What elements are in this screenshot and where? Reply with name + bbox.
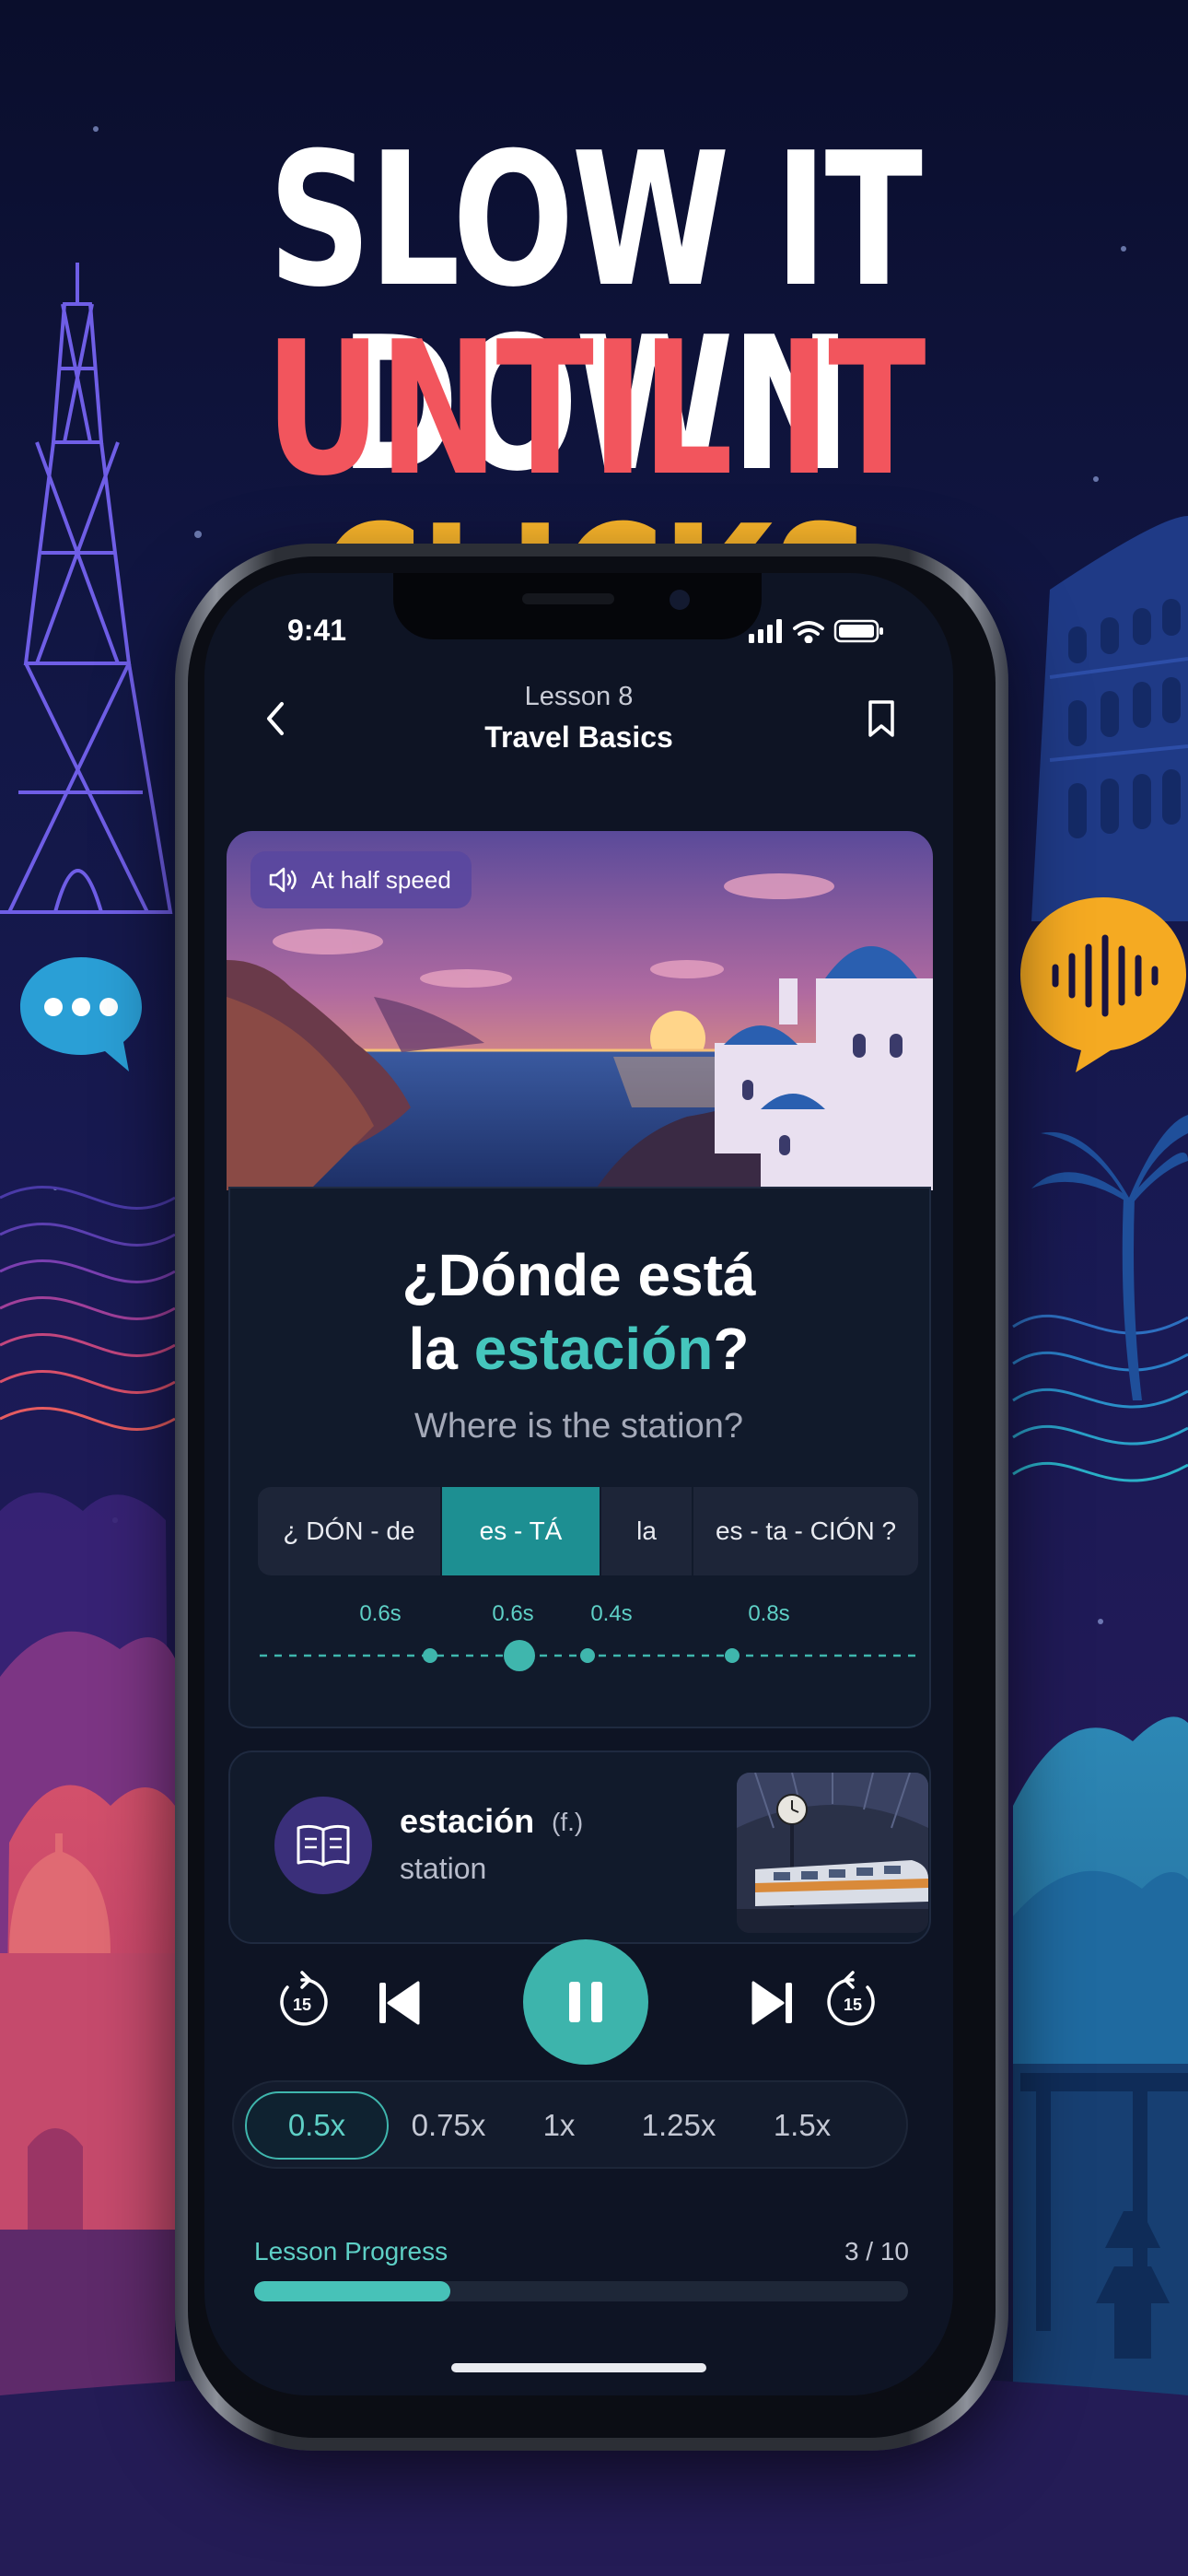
status-time: 9:41 bbox=[287, 614, 347, 647]
syllable-duration: 0.6s bbox=[492, 1601, 534, 1626]
pause-button[interactable] bbox=[523, 1939, 648, 2065]
phrase-prefix: la bbox=[408, 1316, 474, 1382]
speed-option-1-5x[interactable]: 1.5x bbox=[751, 2091, 853, 2160]
syllable-chip[interactable]: la bbox=[601, 1487, 693, 1575]
timeline-marker bbox=[725, 1648, 740, 1663]
phone-frame: 9:41 Lesson 8 Travel Basics At half spee… bbox=[175, 544, 1008, 2451]
speed-option-1x[interactable]: 1x bbox=[508, 2091, 610, 2160]
timeline-marker bbox=[580, 1648, 595, 1663]
left-waves bbox=[0, 1186, 176, 1431]
speed-option-1-25x[interactable]: 1.25x bbox=[619, 2091, 739, 2160]
phrase-line-2: la estación? bbox=[204, 1315, 953, 1383]
speed-badge: At half speed bbox=[250, 851, 472, 908]
vocab-word: estación bbox=[400, 1802, 535, 1840]
timeline-playhead bbox=[504, 1640, 535, 1671]
right-waves bbox=[1012, 1314, 1188, 1482]
syllable-duration: 0.4s bbox=[590, 1601, 633, 1626]
palm-illustration bbox=[1031, 1115, 1188, 1400]
syllable-duration: 0.8s bbox=[748, 1601, 790, 1626]
lesson-number: Lesson 8 bbox=[524, 682, 634, 711]
vocab-translation: station bbox=[400, 1852, 487, 1885]
signal-icon bbox=[749, 619, 782, 643]
home-indicator bbox=[451, 2363, 706, 2372]
headline-red-text: UNTIL IT bbox=[264, 302, 926, 517]
train-station-image bbox=[737, 1773, 928, 1933]
syllable-breakdown: ¿ DÓN - de es - TÁ la es - ta - CIÓN ? bbox=[258, 1487, 918, 1575]
phrase-translation: Where is the station? bbox=[414, 1407, 743, 1446]
lesson-title: Travel Basics bbox=[484, 720, 673, 754]
progress-label: Lesson Progress bbox=[254, 2237, 448, 2266]
app-screen: 9:41 Lesson 8 Travel Basics At half spee… bbox=[204, 573, 953, 2395]
promo-stage: SLOW IT DOWN UNTIL IT CLICKS 9:41 bbox=[0, 0, 1188, 2576]
forward-15-icon[interactable]: 15 bbox=[820, 1969, 886, 2035]
dynamic-island bbox=[393, 573, 762, 639]
battery-icon bbox=[833, 619, 883, 643]
phrase-line-1: ¿Dónde está bbox=[402, 1242, 756, 1308]
pause-icon bbox=[569, 1982, 602, 2022]
audio-bubble-icon bbox=[1020, 897, 1186, 1072]
phrase-suffix: ? bbox=[713, 1316, 750, 1382]
timing-scrubber[interactable] bbox=[260, 1637, 918, 1674]
progress-track bbox=[254, 2281, 908, 2301]
syllable-chip[interactable]: ¿ DÓN - de bbox=[258, 1487, 442, 1575]
speaker-icon bbox=[269, 867, 297, 893]
previous-track-icon[interactable] bbox=[370, 1973, 429, 2032]
rewind-seconds: 15 bbox=[293, 1996, 311, 2014]
syllable-chip-active[interactable]: es - TÁ bbox=[442, 1487, 601, 1575]
chat-bubble-icon bbox=[20, 957, 142, 1071]
syllable-duration: 0.6s bbox=[359, 1601, 402, 1626]
status-icons bbox=[749, 619, 883, 643]
dictionary-button[interactable] bbox=[274, 1797, 372, 1894]
phrase-highlight: estación bbox=[473, 1316, 714, 1382]
vocab-gender: (f.) bbox=[552, 1808, 584, 1836]
progress-fill bbox=[254, 2281, 450, 2301]
syllable-chip[interactable]: es - ta - CIÓN ? bbox=[693, 1487, 918, 1575]
next-track-icon[interactable] bbox=[742, 1973, 801, 2032]
progress-count: 3 / 10 bbox=[844, 2237, 909, 2266]
timeline-marker bbox=[423, 1648, 437, 1663]
speed-option-0-5x[interactable]: 0.5x bbox=[245, 2091, 389, 2160]
bookmark-icon[interactable] bbox=[854, 691, 909, 746]
rewind-15-icon[interactable]: 15 bbox=[269, 1969, 335, 2035]
forward-seconds: 15 bbox=[844, 1996, 862, 2014]
book-icon bbox=[297, 1824, 350, 1867]
speed-badge-label: At half speed bbox=[311, 865, 451, 894]
wifi-icon bbox=[793, 621, 824, 643]
speed-option-0-75x[interactable]: 0.75x bbox=[398, 2091, 499, 2160]
